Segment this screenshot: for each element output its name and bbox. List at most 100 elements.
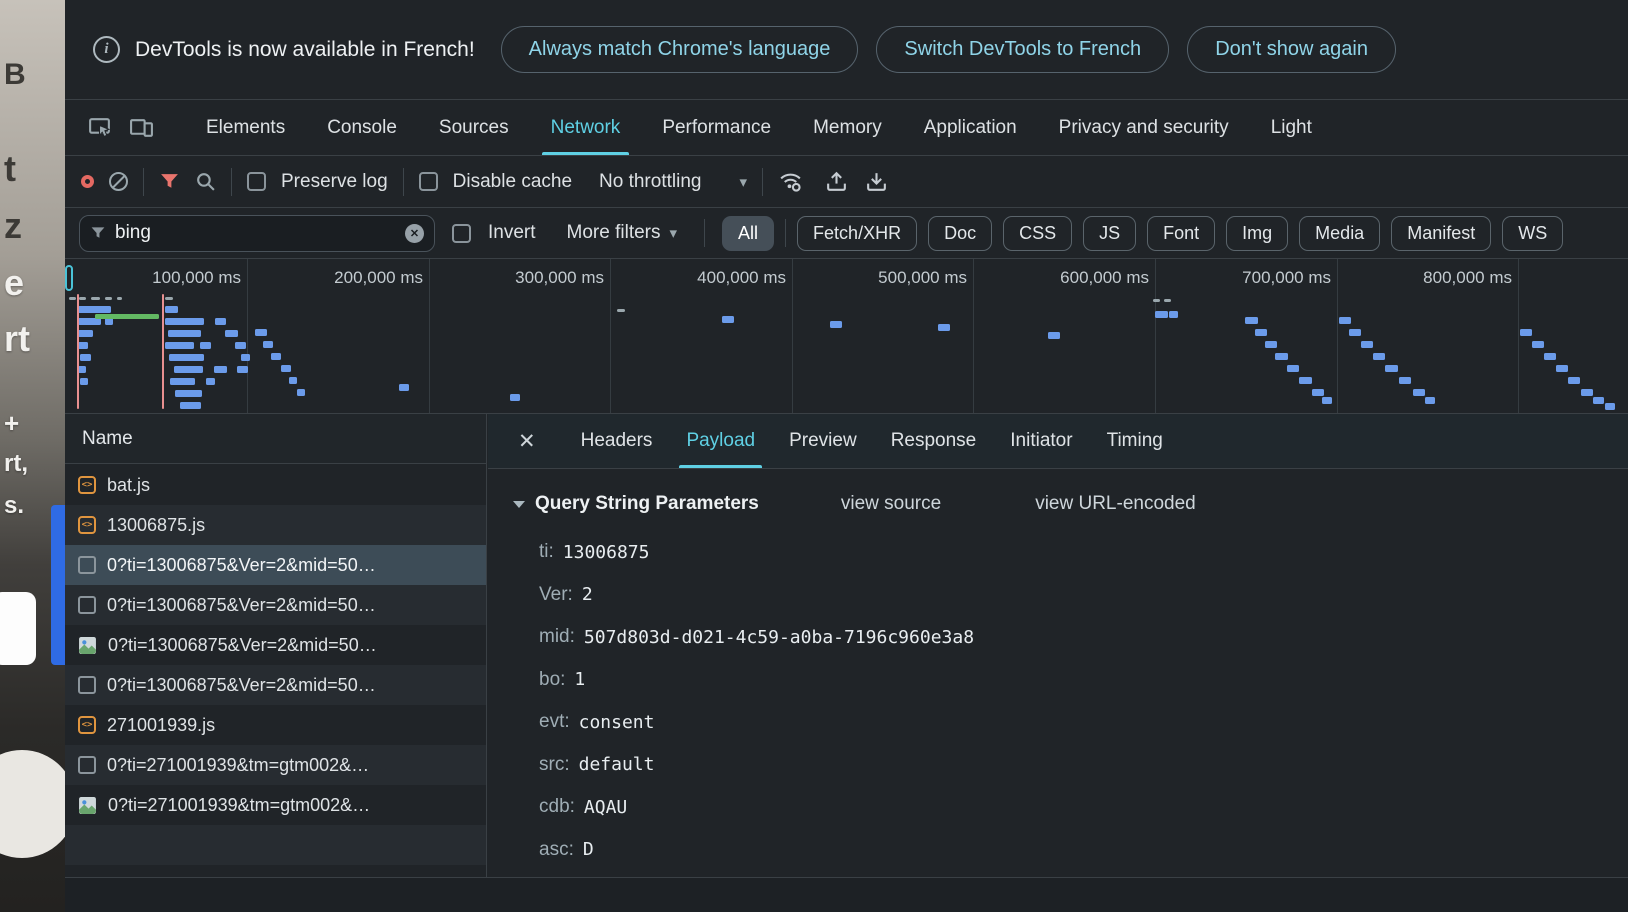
details-tabs: HeadersPayloadPreviewResponseInitiatorTi… [564,414,1180,468]
details-tab-timing[interactable]: Timing [1090,414,1180,468]
tab-network[interactable]: Network [530,100,642,155]
waterfall-bar [1155,311,1168,318]
waterfall-bar [180,402,201,409]
waterfall-bar [165,318,204,325]
tab-application[interactable]: Application [903,100,1038,155]
waterfall-bar [241,354,250,361]
param-value: 1 [574,669,585,690]
details-tab-preview[interactable]: Preview [772,414,874,468]
chip-css[interactable]: CSS [1003,216,1072,251]
waterfall-bar [1556,365,1568,372]
waterfall-bar [1287,365,1299,372]
request-row[interactable]: 0?ti=13006875&Ver=2&mid=50… [65,665,486,705]
network-overview[interactable]: 100,000 ms200,000 ms300,000 ms400,000 ms… [65,259,1628,414]
main-tab-bar: ElementsConsoleSourcesNetworkPerformance… [65,100,1628,156]
waterfall-bar [1349,329,1361,336]
invert-label: Invert [488,222,536,244]
chip-all[interactable]: All [722,216,774,251]
details-tab-payload[interactable]: Payload [669,414,772,468]
request-row[interactable]: <>bat.js [65,465,486,505]
tab-sources[interactable]: Sources [418,100,530,155]
details-tab-initiator[interactable]: Initiator [993,414,1089,468]
chip-js[interactable]: JS [1083,216,1136,251]
name-column-header[interactable]: Name [65,414,486,464]
waterfall-bar [263,341,273,348]
close-details-icon[interactable]: ✕ [518,431,536,452]
time-label: 500,000 ms [845,268,967,288]
disclosure-triangle-icon[interactable] [513,501,525,508]
toolbar-divider [143,168,144,196]
param-value: 2 [582,584,593,605]
clear-filter-icon[interactable]: ✕ [405,224,424,243]
query-string-section-header: Query String Parameters view source view… [513,485,1628,523]
waterfall-bar [168,330,201,337]
tab-elements[interactable]: Elements [185,100,306,155]
import-har-icon[interactable] [864,169,889,194]
request-row[interactable]: 0?ti=13006875&Ver=2&mid=50… [65,545,486,585]
waterfall-bar [281,365,291,372]
waterfall-bar [1164,299,1171,302]
param-row: cdb:AQAU [513,786,1628,829]
request-row[interactable]: 0?ti=13006875&Ver=2&mid=50… [65,585,486,625]
filter-icon[interactable] [159,171,180,192]
tab-light[interactable]: Light [1250,100,1333,155]
search-icon[interactable] [195,171,216,192]
waterfall-bar [1413,389,1425,396]
details-tab-headers[interactable]: Headers [564,414,670,468]
view-source-link[interactable]: view source [841,493,941,515]
request-row[interactable]: <>271001939.js [65,705,486,745]
param-row: src:default [513,744,1628,787]
chip-media[interactable]: Media [1299,216,1380,251]
clear-network-log-button[interactable] [109,172,128,191]
time-label: 600,000 ms [1027,268,1149,288]
more-filters-button[interactable]: More filters ▾ [567,222,678,244]
request-row[interactable]: <>13006875.js [65,505,486,545]
inspect-element-icon[interactable] [81,110,117,146]
chip-ws[interactable]: WS [1502,216,1563,251]
waterfall-bar [1605,403,1615,410]
record-network-log-button[interactable] [81,175,94,188]
chip-doc[interactable]: Doc [928,216,992,251]
request-name: 0?ti=13006875&Ver=2&mid=50… [107,675,376,696]
throttling-select[interactable]: No throttling ▾ [599,171,747,193]
chip-font[interactable]: Font [1147,216,1215,251]
disable-cache-checkbox[interactable] [419,172,438,191]
waterfall-bar [1322,397,1332,404]
tab-memory[interactable]: Memory [792,100,903,155]
document-file-icon [78,556,96,574]
preserve-log-checkbox[interactable] [247,172,266,191]
grid-line [247,259,248,413]
request-row[interactable]: 0?ti=13006875&Ver=2&mid=50… [65,625,486,665]
invert-checkbox[interactable] [452,224,471,243]
chip-img[interactable]: Img [1226,216,1288,251]
tab-privacy-and-security[interactable]: Privacy and security [1038,100,1250,155]
switch-devtools-to-french-button[interactable]: Switch DevTools to French [876,26,1169,73]
param-row: bo:1 [513,659,1628,702]
request-row[interactable]: 0?ti=271001939&tm=gtm002&… [65,785,486,825]
waterfall-bar [399,384,409,391]
grid-line [973,259,974,413]
overview-grip[interactable] [65,265,73,291]
tab-performance[interactable]: Performance [641,100,792,155]
always-match-chrome-s-language-button[interactable]: Always match Chrome's language [501,26,859,73]
toolbar-divider [762,168,763,196]
request-row[interactable]: 0?ti=271001939&tm=gtm002&… [65,745,486,785]
don-t-show-again-button[interactable]: Don't show again [1187,26,1396,73]
device-toolbar-icon[interactable] [123,110,159,146]
waterfall-bar [1312,389,1324,396]
param-key: src: [539,754,570,776]
waterfall-bar [1385,365,1398,372]
export-har-icon[interactable] [824,169,849,194]
waterfall-bar [1275,353,1288,360]
toolbar-divider [704,219,705,247]
param-value: 13006875 [563,542,650,563]
waterfall-bar [1255,329,1267,336]
details-tab-response[interactable]: Response [874,414,994,468]
waterfall-bar [271,353,281,360]
network-conditions-icon[interactable] [778,169,803,194]
chip-manifest[interactable]: Manifest [1391,216,1491,251]
view-url-encoded-link[interactable]: view URL-encoded [1035,493,1196,515]
tab-console[interactable]: Console [306,100,418,155]
chip-fetch-xhr[interactable]: Fetch/XHR [797,216,917,251]
network-filter-input[interactable] [115,222,396,244]
